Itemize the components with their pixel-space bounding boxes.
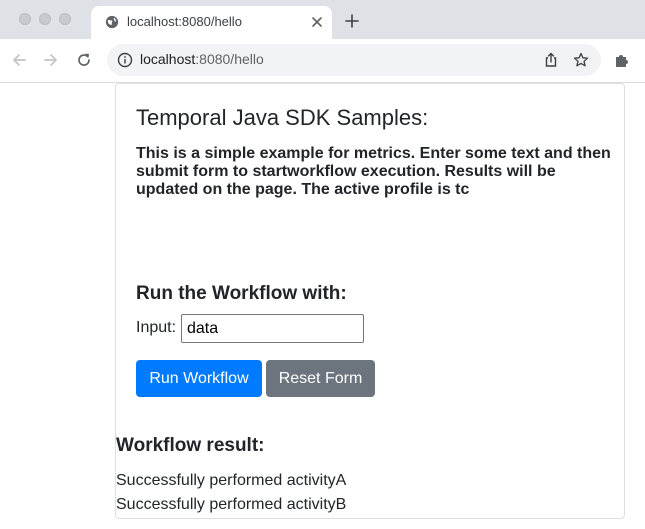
result-line: Successfully performed activityB — [116, 496, 347, 513]
window-zoom-dot[interactable] — [59, 13, 71, 25]
tab-title: localhost:8080/hello — [127, 14, 242, 29]
puzzle-icon[interactable] — [613, 51, 631, 69]
close-icon[interactable] — [309, 14, 325, 30]
window-minimize-dot[interactable] — [39, 13, 51, 25]
reset-form-button[interactable]: Reset Form — [266, 360, 375, 397]
run-workflow-button[interactable]: Run Workflow — [136, 360, 262, 397]
globe-icon — [105, 15, 119, 29]
url-text: localhost:8080/hello — [140, 51, 264, 67]
address-bar[interactable]: localhost:8080/hello — [107, 44, 601, 76]
url-path: :8080/hello — [195, 51, 264, 67]
window-close-dot[interactable] — [19, 13, 31, 25]
workflow-input[interactable] — [181, 314, 364, 343]
url-host: localhost — [140, 51, 196, 67]
page-description: This is a simple example for metrics. En… — [136, 145, 611, 198]
browser-toolbar: localhost:8080/hello — [0, 39, 645, 83]
plus-icon[interactable] — [344, 13, 360, 29]
browser-tab[interactable]: localhost:8080/hello — [91, 6, 332, 39]
info-icon[interactable] — [117, 52, 133, 68]
forward-arrow-icon[interactable] — [42, 51, 60, 69]
input-label: Input: — [136, 319, 177, 336]
tab-strip: localhost:8080/hello — [0, 0, 645, 39]
share-icon[interactable] — [543, 52, 559, 68]
reload-icon[interactable] — [75, 51, 93, 69]
workflow-result-heading: Workflow result: — [116, 435, 265, 456]
star-icon[interactable] — [573, 52, 589, 68]
result-line: Successfully performed activityA — [116, 472, 347, 489]
run-workflow-heading: Run the Workflow with: — [136, 283, 347, 304]
page-title: Temporal Java SDK Samples: — [136, 105, 429, 130]
back-arrow-icon[interactable] — [10, 51, 28, 69]
